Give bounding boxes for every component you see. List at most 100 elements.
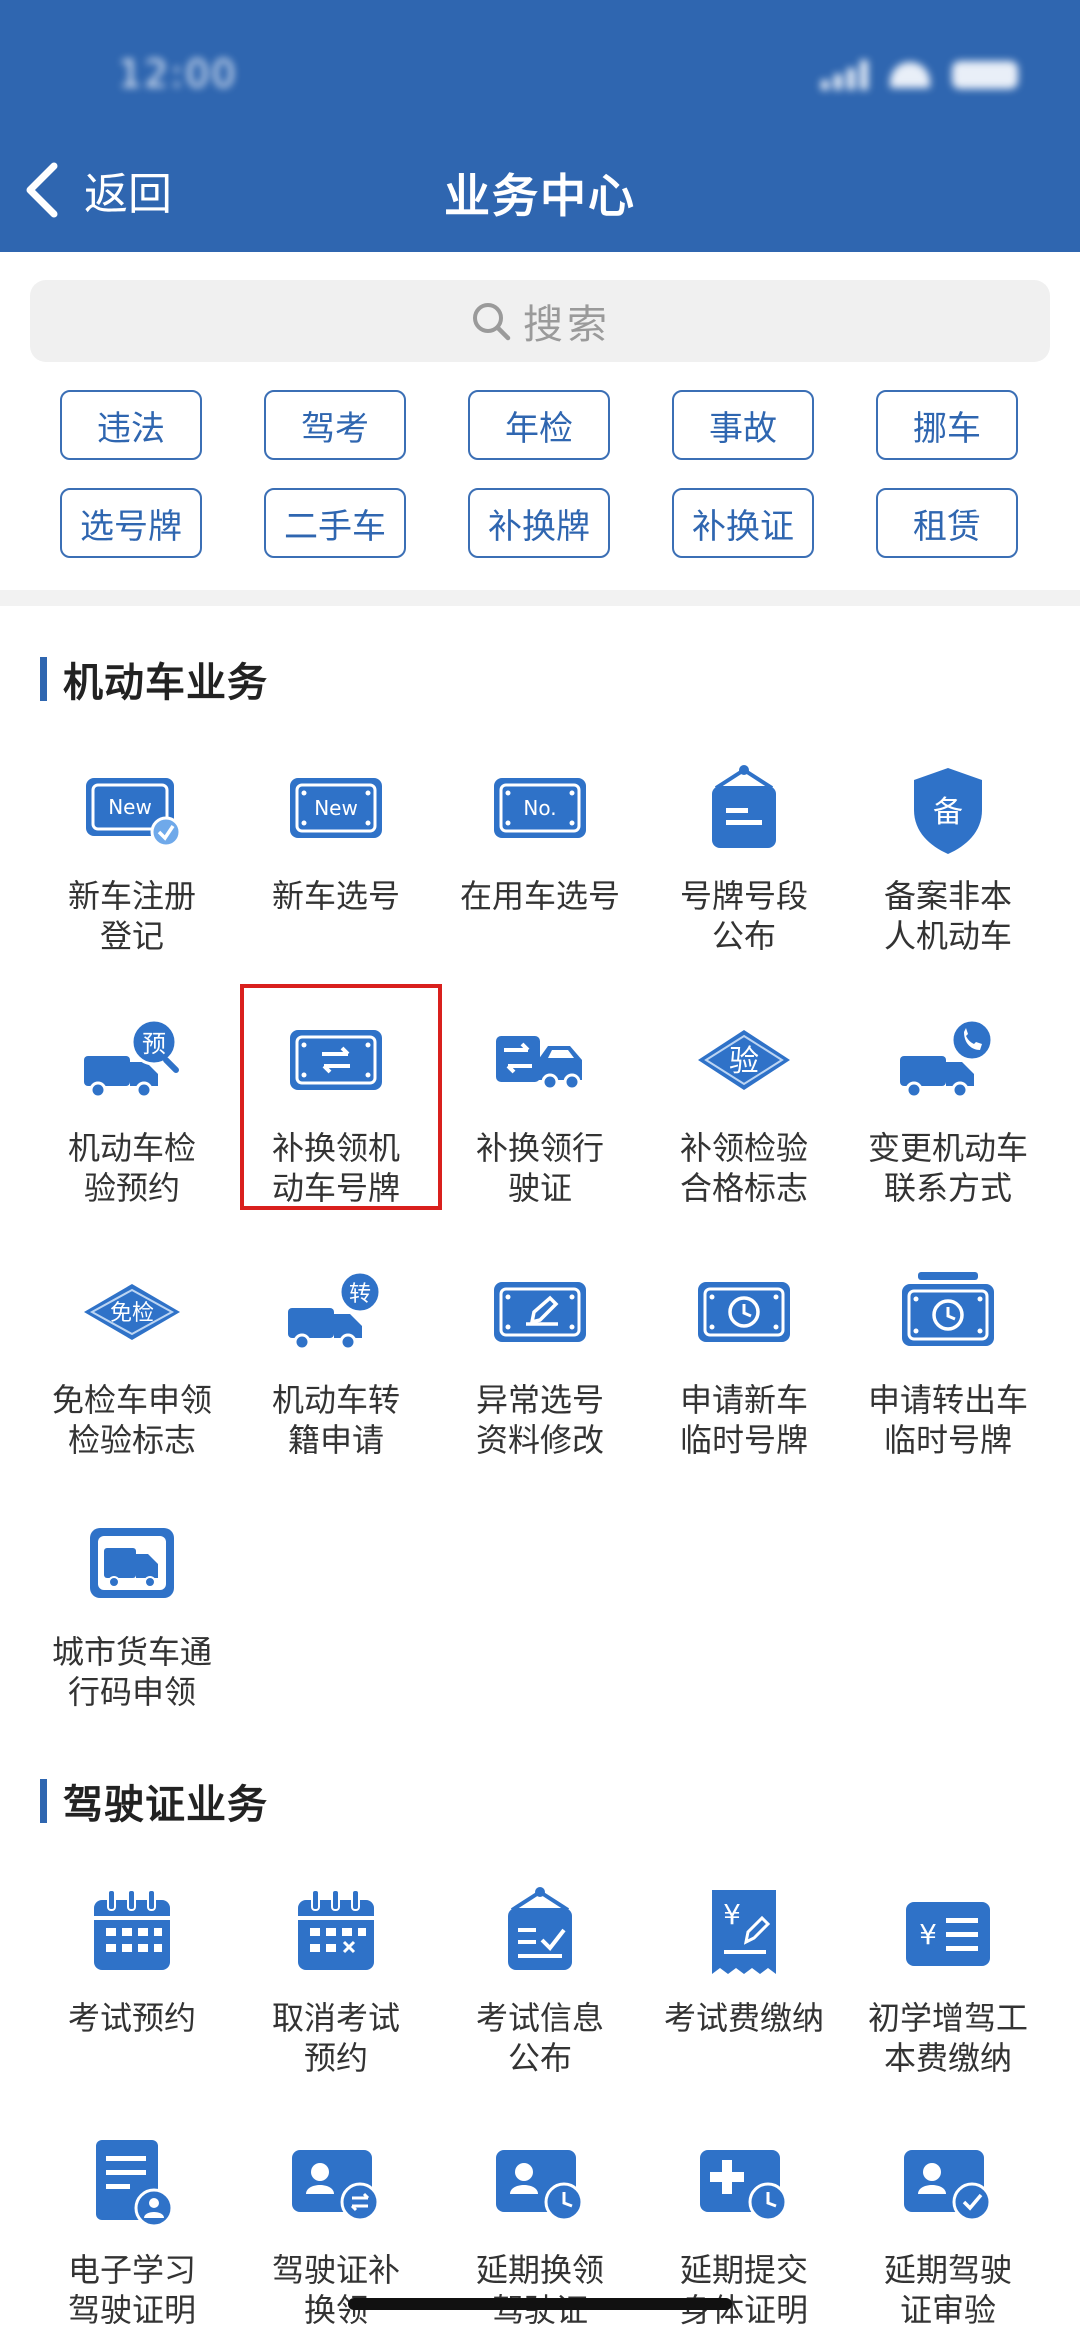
service-learner-fee[interactable]: ¥ 初学增驾工 本费缴纳 (846, 1870, 1050, 2122)
service-label: 延期提交 身体证明 (679, 2251, 808, 2329)
service-label: 申请新车 临时号牌 (679, 1381, 808, 1459)
service-extend-license-review[interactable]: 延期驾驶 证审验 (846, 2122, 1050, 2337)
service-label: 申请转出车 临时号牌 (867, 1381, 1028, 1459)
service-label: 城市货车通 行码申领 (51, 1633, 212, 1711)
chip-rental[interactable]: 租赁 (876, 488, 1018, 558)
inspection-diamond-icon: 验 (692, 1010, 796, 1114)
quick-filter-chips: 违法 驾考 年检 事故 挪车 选号牌 二手车 补换牌 补换证 租赁 (60, 390, 1020, 558)
section-bar (40, 1779, 47, 1823)
service-label: 补换领机 动车号牌 (271, 1129, 400, 1207)
service-abnormal-number-edit[interactable]: 异常选号 资料修改 (438, 1252, 642, 1504)
service-inspection-appointment[interactable]: 预 机动车检 验预约 (30, 1000, 234, 1252)
freight-truck-icon (80, 1514, 184, 1618)
chip-used-car[interactable]: 二手车 (264, 488, 406, 558)
service-change-contact[interactable]: 变更机动车 联系方式 (846, 1000, 1050, 1252)
section-bar (40, 657, 47, 701)
service-label: 号牌号段 公布 (679, 877, 808, 955)
chip-replace-license[interactable]: 补换证 (672, 488, 814, 558)
section-divider (0, 590, 1080, 606)
home-indicator[interactable] (348, 2298, 732, 2310)
vehicle-section-header: 机动车业务 (40, 650, 268, 708)
service-replace-driving-permit[interactable]: 补换领行 驶证 (438, 1000, 642, 1252)
service-label: 免检车申领 检验标志 (51, 1381, 212, 1459)
chip-violation[interactable]: 违法 (60, 390, 202, 460)
service-inspection-mark[interactable]: 验 补领检验 合格标志 (642, 1000, 846, 1252)
fee-list-icon: ¥ (896, 1880, 1000, 1984)
wifi-icon (890, 62, 930, 88)
license-section-header: 驾驶证业务 (40, 1772, 268, 1830)
service-e-learning-certificate[interactable]: 电子学习 驾驶证明 (30, 2122, 234, 2337)
license-section-title: 驾驶证业务 (63, 1782, 268, 1828)
record-shield-icon: 备 (896, 758, 1000, 862)
license-exchange-icon (284, 2132, 388, 2236)
svg-text:转: 转 (349, 1282, 371, 1307)
svg-text:预: 预 (142, 1030, 166, 1058)
service-in-use-number[interactable]: No. 在用车选号 (438, 748, 642, 1000)
svg-text:验: 验 (729, 1044, 759, 1079)
service-label: 电子学习 驾驶证明 (67, 2251, 196, 2329)
status-time: 12:00 (118, 52, 238, 96)
service-replace-plate[interactable]: 补换领机 动车号牌 (234, 1000, 438, 1252)
chip-accident[interactable]: 事故 (672, 390, 814, 460)
search-icon (473, 303, 511, 341)
service-new-car-number[interactable]: New 新车选号 (234, 748, 438, 1000)
service-cancel-exam[interactable]: 取消考试 预约 (234, 1870, 438, 2122)
page-title: 业务中心 (444, 169, 636, 223)
chip-move-car[interactable]: 挪车 (876, 390, 1018, 460)
svg-text:备: 备 (933, 795, 963, 830)
plate-exchange-icon (284, 1010, 388, 1114)
service-new-car-registration[interactable]: New 新车注册 登记 (30, 748, 234, 1000)
vehicle-service-grid: New 新车注册 登记 New 新车选号 No. 在用车选号 号牌号段 公布 备… (0, 748, 1080, 1756)
service-transfer-temp-plate[interactable]: 申请转出车 临时号牌 (846, 1252, 1050, 1504)
service-label: 在用车选号 (459, 877, 620, 915)
service-label: 新车注册 登记 (67, 877, 196, 955)
service-label: 补换领行 驶证 (475, 1129, 604, 1207)
service-record-vehicle[interactable]: 备 备案非本 人机动车 (846, 748, 1050, 1000)
service-exam-appointment[interactable]: 考试预约 (30, 1870, 234, 2122)
service-label: 异常选号 资料修改 (475, 1381, 604, 1459)
service-label: 取消考试 预约 (271, 1999, 400, 2077)
service-label: 变更机动车 联系方式 (867, 1129, 1028, 1207)
service-exempt-mark[interactable]: 免检 免检车申领 检验标志 (30, 1252, 234, 1504)
service-label: 新车选号 (271, 877, 400, 915)
medical-clock-icon (692, 2132, 796, 2236)
service-label: 考试信息 公布 (475, 1999, 604, 2077)
service-exam-fee[interactable]: ¥ 考试费缴纳 (642, 1870, 846, 2122)
service-label: 备案非本 人机动车 (883, 877, 1012, 955)
calendar-cancel-icon (284, 1880, 388, 1984)
service-new-car-temp-plate[interactable]: 申请新车 临时号牌 (642, 1252, 846, 1504)
service-label: 延期换领 驾驶证 (475, 2251, 604, 2329)
service-label: 驾驶证补 换领 (271, 2251, 400, 2329)
search-bar[interactable]: 搜索 (30, 280, 1050, 362)
search-placeholder: 搜索 (523, 302, 611, 348)
service-city-truck-pass[interactable]: 城市货车通 行码申领 (30, 1504, 234, 1756)
status-icons (821, 60, 1018, 90)
temp-plate-clock-icon (692, 1262, 796, 1366)
fee-receipt-icon: ¥ (692, 1880, 796, 1984)
chip-select-plate[interactable]: 选号牌 (60, 488, 202, 558)
chip-annual-inspection[interactable]: 年检 (468, 390, 610, 460)
service-label: 延期驾驶 证审验 (883, 2251, 1012, 2329)
svg-text:¥: ¥ (723, 1898, 741, 1931)
temp-plate-clock-alt-icon (896, 1262, 1000, 1366)
service-label: 机动车转 籍申请 (271, 1381, 400, 1459)
exempt-diamond-icon: 免检 (80, 1262, 184, 1366)
service-label: 机动车检 验预约 (67, 1129, 196, 1207)
service-label: 考试预约 (67, 1999, 196, 2037)
signal-icon (821, 60, 868, 90)
chip-driving-test[interactable]: 驾考 (264, 390, 406, 460)
signboard-icon (692, 758, 796, 862)
truck-transfer-icon: 转 (284, 1262, 388, 1366)
app-header: 12:00 返回 业务中心 (0, 0, 1080, 252)
number-plate-icon: No. (488, 758, 592, 862)
car-exchange-icon (488, 1010, 592, 1114)
license-service-grid: 考试预约 取消考试 预约 考试信息 公布 ¥ 考试费缴纳 ¥ 初学增驾工 本费缴… (0, 1870, 1080, 2337)
svg-text:No.: No. (523, 796, 556, 820)
chip-replace-plate[interactable]: 补换牌 (468, 488, 610, 558)
service-vehicle-transfer[interactable]: 转 机动车转 籍申请 (234, 1252, 438, 1504)
license-check-icon (896, 2132, 1000, 2236)
service-plate-segment[interactable]: 号牌号段 公布 (642, 748, 846, 1000)
service-exam-info[interactable]: 考试信息 公布 (438, 1870, 642, 2122)
plate-edit-icon (488, 1262, 592, 1366)
calendar-icon (80, 1880, 184, 1984)
